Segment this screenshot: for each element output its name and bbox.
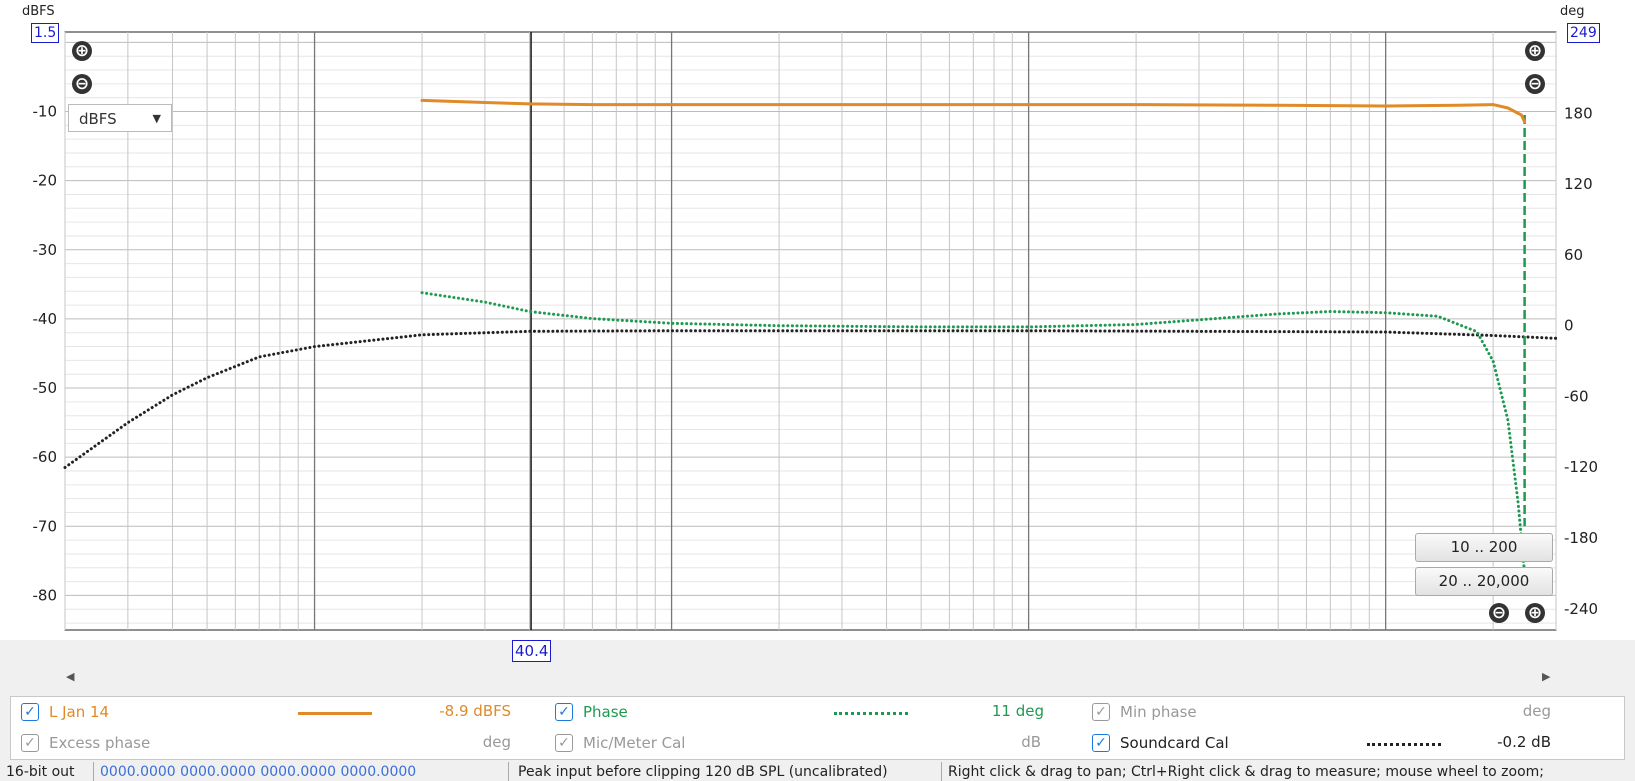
right-axis-tick-label: -120	[1564, 458, 1598, 476]
zoom-in-vertical-left-icon[interactable]: ⊕	[72, 41, 92, 61]
legend-soundcard-cal[interactable]: ✓ Soundcard Cal	[1092, 728, 1229, 758]
l-jan-14-value: -8.9 dBFS	[439, 702, 511, 720]
range-20-20000-button[interactable]: 20 .. 20,000	[1415, 567, 1553, 596]
mic-meter-cal-unit: dB	[1021, 733, 1041, 751]
phase-label: Phase	[583, 703, 628, 721]
range-10-200-button[interactable]: 10 .. 200	[1415, 533, 1553, 562]
soundcard-cal-checkbox[interactable]: ✓	[1092, 734, 1110, 752]
left-axis-tick-label: -60	[33, 448, 58, 466]
zoom-in-horizontal-icon[interactable]: ⊕	[1525, 603, 1545, 623]
left-axis-tick-label: -20	[33, 172, 58, 190]
status-hint: Right click & drag to pan; Ctrl+Right cl…	[948, 764, 1544, 780]
excess-phase-checkbox[interactable]: ✓	[21, 734, 39, 752]
status-peak-input: Peak input before clipping 120 dB SPL (u…	[518, 764, 888, 780]
left-axis-tick-label: -30	[33, 241, 58, 259]
excess-phase-unit: deg	[482, 733, 511, 751]
min-phase-unit: deg	[1522, 702, 1551, 720]
cursor-frequency-box[interactable]: 40.4	[512, 640, 552, 662]
left-axis-title: dBFS	[22, 4, 55, 19]
unit-dropdown[interactable]: dBFS ▼	[68, 104, 172, 132]
right-axis-tick-label: -60	[1564, 387, 1589, 405]
legend-l-jan-14[interactable]: ✓ L Jan 14	[21, 697, 109, 727]
right-axis-tick-label: 60	[1564, 246, 1583, 264]
zoom-in-vertical-right-icon[interactable]: ⊕	[1525, 41, 1545, 61]
legend-panel: ✓ L Jan 14 -8.9 dBFS ✓ Phase 11 deg ✓ Mi…	[10, 696, 1625, 760]
left-axis-tick-label: -50	[33, 379, 58, 397]
zoom-out-horizontal-icon[interactable]: ⊖	[1489, 603, 1509, 623]
soundcard-cal-value: -0.2 dB	[1497, 733, 1551, 751]
legend-excess-phase[interactable]: ✓ Excess phase	[21, 728, 150, 758]
right-axis-tick-label: 180	[1564, 104, 1593, 122]
status-separator	[508, 762, 509, 781]
zoom-out-vertical-left-icon[interactable]: ⊖	[72, 74, 92, 94]
legend-min-phase[interactable]: ✓ Min phase	[1092, 697, 1197, 727]
chevron-down-icon: ▼	[152, 112, 161, 125]
left-axis-tick-label: -40	[33, 310, 58, 328]
unit-dropdown-value: dBFS	[79, 110, 117, 128]
right-axis-tick-label: 0	[1564, 317, 1574, 335]
right-axis-title: deg	[1560, 4, 1585, 19]
status-input-levels: 0000.0000 0000.0000 0000.0000 0000.0000	[100, 764, 417, 780]
right-axis-top-value-box[interactable]: 249	[1567, 23, 1600, 43]
left-axis-tick-label: -80	[33, 586, 58, 604]
frequency-response-chart[interactable]: -10 -20 -30 -40 -50 -60 -70 -80 180 120 60 0 -60 -120…	[0, 0, 1635, 640]
left-axis-top-value-box[interactable]: 1.5	[31, 23, 60, 43]
right-axis-tick-label: -180	[1564, 529, 1598, 547]
l-jan-14-line-swatch	[298, 712, 372, 715]
status-separator	[93, 762, 94, 781]
left-axis-tick-label: -10	[33, 103, 58, 121]
right-axis-tick-label: 120	[1564, 175, 1593, 193]
right-axis-tick-label: -240	[1564, 600, 1598, 618]
scroll-right-icon[interactable]: ▶	[1542, 670, 1550, 683]
legend-mic-meter-cal[interactable]: ✓ Mic/Meter Cal	[555, 728, 685, 758]
status-bar: 16-bit out 0000.0000 0000.0000 0000.0000…	[0, 762, 1635, 781]
min-phase-checkbox[interactable]: ✓	[1092, 703, 1110, 721]
l-jan-14-label: L Jan 14	[49, 703, 110, 721]
soundcard-cal-line-swatch	[1367, 743, 1441, 746]
l-jan-14-checkbox[interactable]: ✓	[21, 703, 39, 721]
soundcard-cal-label: Soundcard Cal	[1120, 734, 1229, 752]
status-bit-depth: 16-bit out	[6, 764, 75, 780]
status-separator	[941, 762, 942, 781]
left-axis-tick-label: -70	[33, 517, 58, 535]
phase-line-swatch	[834, 712, 908, 715]
legend-phase[interactable]: ✓ Phase	[555, 697, 628, 727]
graph-panel[interactable]: -10 -20 -30 -40 -50 -60 -70 -80 180 120 60 0 -60 -120…	[0, 0, 1635, 683]
mic-meter-cal-label: Mic/Meter Cal	[583, 734, 686, 752]
phase-value: 11 deg	[991, 702, 1044, 720]
min-phase-label: Min phase	[1120, 703, 1197, 721]
excess-phase-label: Excess phase	[49, 734, 151, 752]
zoom-out-vertical-right-icon[interactable]: ⊖	[1525, 74, 1545, 94]
mic-meter-cal-checkbox[interactable]: ✓	[555, 734, 573, 752]
scroll-left-icon[interactable]: ◀	[66, 670, 74, 683]
phase-checkbox[interactable]: ✓	[555, 703, 573, 721]
